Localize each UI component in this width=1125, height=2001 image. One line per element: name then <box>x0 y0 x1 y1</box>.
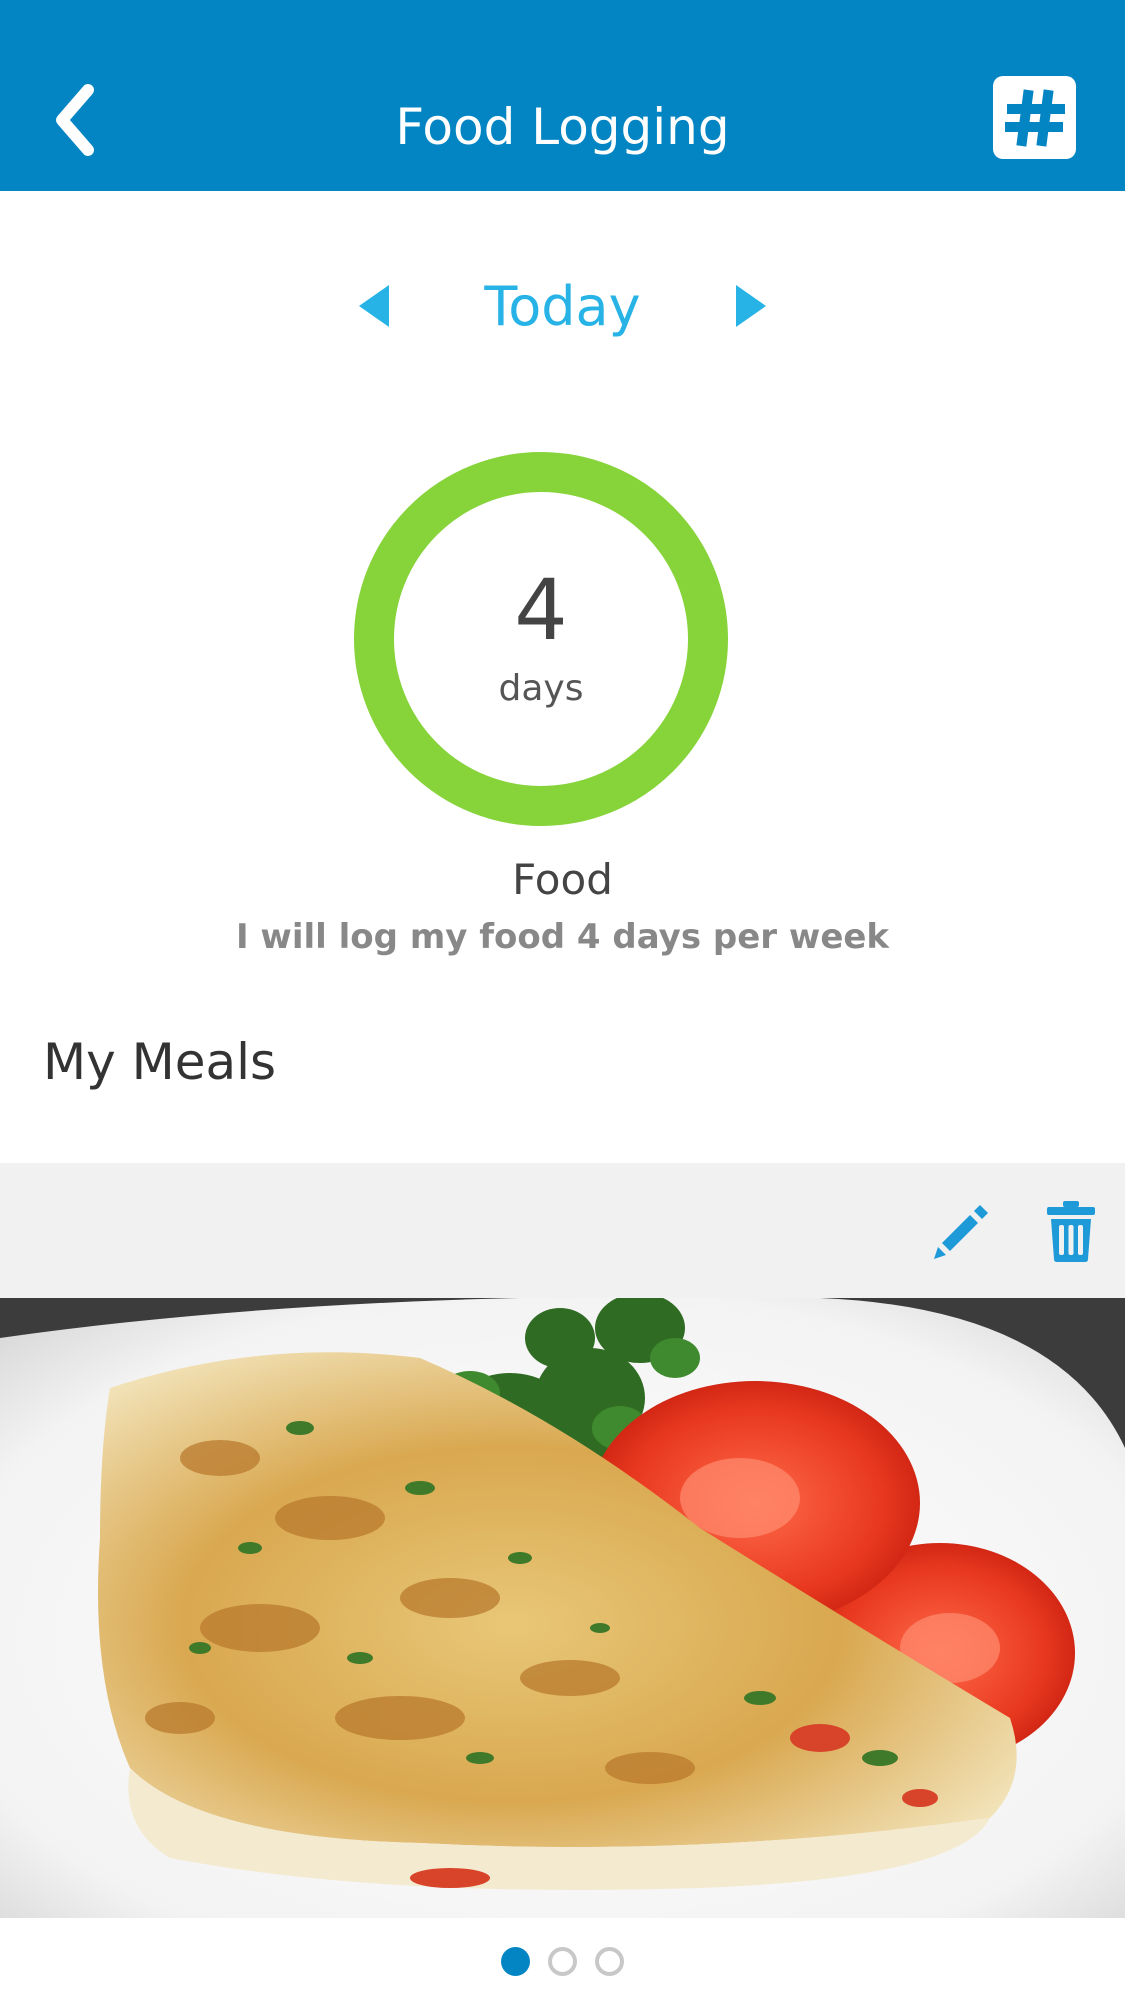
pager-dot-2[interactable] <box>548 1947 577 1976</box>
progress-unit: days <box>498 668 584 709</box>
hashtag-button[interactable] <box>993 76 1076 159</box>
hashtag-icon <box>1004 88 1065 147</box>
date-label: Today <box>484 275 641 338</box>
omelette-photo <box>0 1298 1125 1918</box>
photo-pager <box>0 1947 1125 1977</box>
triangle-right-icon <box>736 285 766 327</box>
meal-photo[interactable] <box>0 1298 1125 1918</box>
pencil-icon <box>934 1205 988 1259</box>
edit-meal-button[interactable] <box>928 1199 992 1263</box>
progress-ring: 4 days <box>354 452 728 826</box>
goal-description: I will log my food 4 days per week <box>235 917 890 957</box>
page-title: Food Logging <box>395 98 730 156</box>
my-meals-heading: My Meals <box>43 1033 277 1091</box>
pager-dot-3[interactable] <box>595 1947 624 1976</box>
date-navigator: Today <box>0 265 1125 345</box>
progress-value: 4 <box>514 561 568 659</box>
trash-icon <box>1047 1201 1095 1262</box>
pager-dot-1[interactable] <box>501 1947 530 1976</box>
delete-meal-button[interactable] <box>1043 1199 1099 1263</box>
app-header: Food Logging <box>0 0 1125 191</box>
next-day-button[interactable] <box>730 281 770 331</box>
food-logging-screen: Food Logging Today 4 days Food I will lo… <box>0 0 1125 2001</box>
goal-title: Food <box>512 855 613 904</box>
meal-toolbar <box>0 1163 1125 1298</box>
